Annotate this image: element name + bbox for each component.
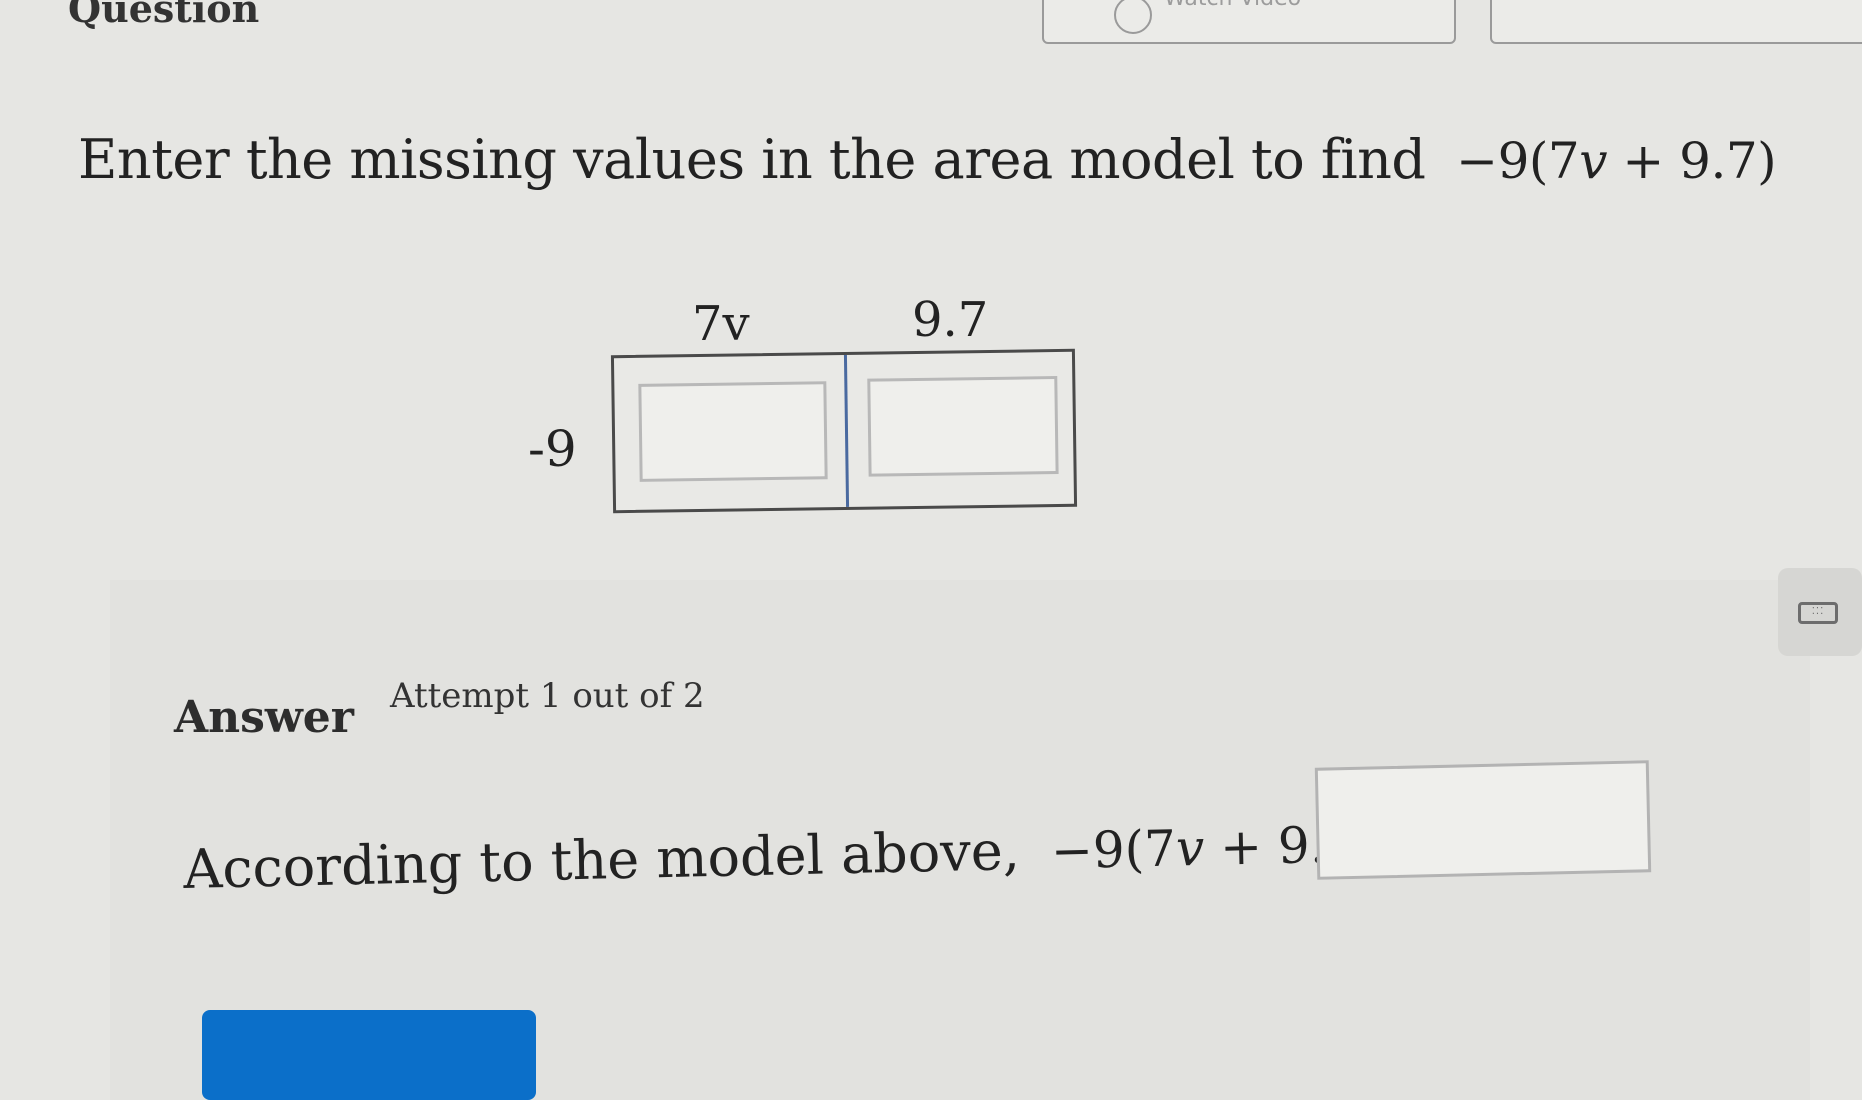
answer-title: Answer: [174, 692, 354, 743]
prompt-expression-variable: v: [1579, 132, 1607, 190]
area-cell-2: [847, 352, 1074, 507]
prompt-expression-suffix: + 9.7): [1606, 132, 1777, 190]
area-cell-1: [613, 354, 850, 511]
watch-video-label: Watch Video: [1164, 0, 1301, 11]
keyboard-icon: ⁚⁚⁚: [1798, 602, 1838, 624]
area-cell-input-2[interactable]: [867, 376, 1059, 477]
area-model-grid: [610, 348, 1078, 514]
attempt-counter: Attempt 1 out of 2: [390, 676, 705, 716]
question-prompt: Enter the missing values in the area mod…: [78, 128, 1777, 191]
area-cell-input-1[interactable]: [638, 381, 828, 482]
header-button[interactable]: [1490, 0, 1862, 44]
prompt-text: Enter the missing values in the area mod…: [78, 128, 1426, 191]
area-row-label: -9: [528, 420, 577, 478]
question-page: Question Watch Video Enter the missing v…: [0, 0, 1862, 1100]
keyboard-toggle-button[interactable]: ⁚⁚⁚: [1778, 568, 1862, 656]
area-column-label-2: 9.7: [912, 292, 989, 348]
answer-input[interactable]: [1314, 760, 1652, 880]
prompt-expression: −9(7v + 9.7): [1456, 132, 1777, 190]
area-column-label-1: 7v: [692, 296, 750, 352]
answer-expression-prefix: −9(7: [1050, 819, 1177, 881]
question-label: Question: [68, 0, 260, 31]
play-icon: [1114, 0, 1152, 34]
submit-button[interactable]: [202, 1010, 536, 1100]
prompt-expression-prefix: −9(7: [1456, 132, 1580, 190]
watch-video-button[interactable]: Watch Video: [1042, 0, 1456, 44]
answer-expression-variable: v: [1175, 818, 1205, 878]
